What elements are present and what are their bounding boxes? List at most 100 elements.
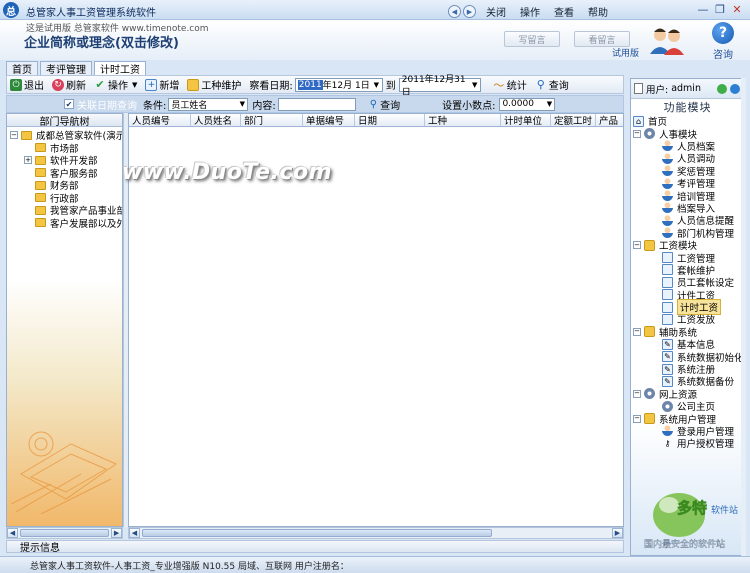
module-item[interactable]: 部门机构管理 bbox=[633, 227, 744, 240]
module-item[interactable]: ✎ 系统数据备份 bbox=[633, 375, 744, 388]
help-icon[interactable]: ? bbox=[712, 22, 734, 44]
write-message-button[interactable]: 写留言 bbox=[504, 31, 560, 47]
tree-item[interactable]: 我管家产品事业部 bbox=[7, 204, 122, 217]
module-group[interactable]: − 工资模块 bbox=[633, 239, 744, 252]
grid-column-header[interactable]: 定额工时 bbox=[551, 114, 596, 126]
tree-item[interactable]: 市场部 bbox=[7, 142, 122, 155]
person-icon bbox=[662, 202, 673, 214]
query-button[interactable]: ⚲ 查询 bbox=[535, 77, 569, 92]
tree-root[interactable]: − 成都总管家软件(演示 bbox=[7, 129, 122, 142]
forward-icon[interactable]: ▶ bbox=[463, 5, 476, 18]
online-status-icon[interactable] bbox=[717, 83, 727, 94]
module-item[interactable]: 奖惩管理 bbox=[633, 165, 744, 178]
collapse-icon[interactable]: − bbox=[10, 131, 18, 140]
content-input[interactable] bbox=[277, 97, 356, 111]
tree-item[interactable]: 客户服务部 bbox=[7, 167, 122, 180]
scroll-right-icon[interactable]: ▶ bbox=[612, 528, 623, 538]
tree-item[interactable]: 财务部 bbox=[7, 179, 122, 192]
minimize-icon[interactable]: — bbox=[696, 3, 710, 16]
scroll-right-icon[interactable]: ▶ bbox=[111, 528, 123, 538]
grid-column-header[interactable]: 产品 bbox=[596, 114, 623, 126]
tab-home[interactable]: 首页 bbox=[6, 61, 38, 76]
module-item[interactable]: ✎ 系统注册 bbox=[633, 363, 744, 376]
expand-icon[interactable]: + bbox=[24, 156, 32, 165]
tab-hourly-wage[interactable]: 计时工资 bbox=[94, 61, 146, 76]
module-item[interactable]: 工资发放 bbox=[633, 313, 744, 326]
module-item[interactable]: 员工套帐设定 bbox=[633, 276, 744, 289]
operate-dropdown[interactable]: ✔ 操作 ▼ bbox=[94, 77, 137, 92]
menu-close[interactable]: 关闭 bbox=[486, 4, 506, 19]
menu-help[interactable]: 帮助 bbox=[588, 4, 608, 19]
add-button[interactable]: + 新增 bbox=[145, 77, 179, 92]
grid-column-header[interactable]: 计时单位 bbox=[501, 114, 551, 126]
menu-operate[interactable]: 操作 bbox=[520, 4, 540, 19]
menu-view[interactable]: 查看 bbox=[554, 4, 574, 19]
date-to-picker[interactable]: 2011年12月31日 ▼ bbox=[398, 75, 481, 98]
scroll-left-icon[interactable]: ◀ bbox=[129, 528, 140, 538]
module-item[interactable]: 人员调动 bbox=[633, 152, 744, 165]
grid-column-header[interactable]: 工种 bbox=[425, 114, 501, 126]
scroll-thumb[interactable] bbox=[19, 529, 110, 537]
module-item[interactable]: ✎ 基本信息 bbox=[633, 338, 744, 351]
tree-item[interactable]: 行政部 bbox=[7, 192, 122, 205]
person-icon bbox=[662, 190, 673, 202]
close-icon[interactable]: ✕ bbox=[730, 3, 744, 16]
exit-button[interactable]: ⏻ 退出 bbox=[10, 77, 44, 92]
collapse-icon[interactable]: − bbox=[633, 389, 641, 398]
person-icon bbox=[662, 140, 673, 152]
back-icon[interactable]: ◀ bbox=[448, 5, 461, 18]
module-item[interactable]: 人员信息提醒 bbox=[633, 214, 744, 227]
refresh-button[interactable]: ↻ 刷新 bbox=[52, 77, 86, 92]
module-item[interactable]: 套帐维护 bbox=[633, 264, 744, 277]
tool-icon: ✎ bbox=[662, 351, 673, 363]
tree-item[interactable]: + 软件开发部 bbox=[7, 154, 122, 167]
tab-evaluation[interactable]: 考评管理 bbox=[40, 61, 92, 76]
decimal-select[interactable]: 0.0000 ▼ bbox=[499, 97, 556, 111]
grid-column-header[interactable]: 人员姓名 bbox=[191, 114, 241, 126]
collapse-icon[interactable]: − bbox=[633, 327, 641, 336]
module-item[interactable]: 公司主页 bbox=[633, 400, 744, 413]
module-item[interactable]: 人员档案 bbox=[633, 140, 744, 153]
company-slogan[interactable]: 企业简称或理念(双击修改) bbox=[24, 32, 179, 51]
restore-icon[interactable]: ❐ bbox=[713, 3, 727, 16]
chart-icon: 〜 bbox=[493, 78, 505, 92]
doc-icon bbox=[662, 301, 673, 313]
switch-user-icon[interactable] bbox=[730, 83, 740, 94]
module-item[interactable]: 考评管理 bbox=[633, 177, 744, 190]
module-item[interactable]: 工资管理 bbox=[633, 251, 744, 265]
module-group[interactable]: − 辅助系统 bbox=[633, 326, 744, 339]
module-item[interactable]: ✎ 系统数据初始化 bbox=[633, 350, 744, 364]
type-maint-button[interactable]: 工种维护 bbox=[187, 77, 241, 92]
module-item[interactable]: 培训管理 bbox=[633, 189, 744, 203]
grid-column-header[interactable]: 单据编号 bbox=[303, 114, 355, 126]
tree-hscrollbar[interactable]: ◀ ▶ bbox=[6, 527, 123, 539]
right-panel-scrollbar[interactable] bbox=[741, 78, 746, 556]
decimal-label: 设置小数点: bbox=[442, 100, 496, 112]
date-from-picker[interactable]: 2011 年12月 1日 ▼ bbox=[294, 77, 383, 92]
stats-button[interactable]: 〜 统计 bbox=[493, 77, 527, 93]
module-group[interactable]: − 网上资源 bbox=[633, 388, 744, 401]
module-group[interactable]: − 人事模块 bbox=[633, 127, 744, 141]
module-item[interactable]: 档案导入 bbox=[633, 202, 744, 215]
help-label[interactable]: 咨询 bbox=[713, 46, 733, 61]
module-group[interactable]: − 系统用户管理 bbox=[633, 412, 744, 426]
scroll-thumb[interactable] bbox=[142, 529, 492, 537]
grid-header: 人员编号 人员姓名 部门 单据编号 日期 工种 计时单位 定额工时 产品 bbox=[129, 114, 623, 127]
grid-column-header[interactable]: 日期 bbox=[355, 114, 425, 126]
scroll-left-icon[interactable]: ◀ bbox=[7, 528, 18, 538]
grid-column-header[interactable]: 人员编号 bbox=[129, 114, 191, 126]
link-date-checkbox[interactable]: ✔ bbox=[64, 99, 74, 109]
grid-hscrollbar[interactable]: ◀ ▶ bbox=[128, 527, 624, 539]
module-item[interactable]: 登录用户管理 bbox=[633, 425, 744, 438]
tree-item[interactable]: 客户发展部以及外 bbox=[7, 217, 122, 230]
filter-query-button[interactable]: ⚲ 查询 bbox=[370, 97, 400, 112]
module-item[interactable]: 计时工资 bbox=[633, 299, 744, 316]
view-message-button[interactable]: 看留言 bbox=[574, 31, 630, 47]
module-item[interactable]: ⚷ 用户授权管理 bbox=[633, 437, 744, 451]
module-group[interactable]: ⌂ 首页 bbox=[633, 115, 744, 128]
grid-column-header[interactable]: 部门 bbox=[241, 114, 303, 126]
collapse-icon[interactable]: − bbox=[633, 414, 641, 423]
collapse-icon[interactable]: − bbox=[633, 241, 641, 250]
collapse-icon[interactable]: − bbox=[633, 129, 641, 138]
condition-select[interactable]: 员工姓名 ▼ bbox=[168, 97, 249, 111]
